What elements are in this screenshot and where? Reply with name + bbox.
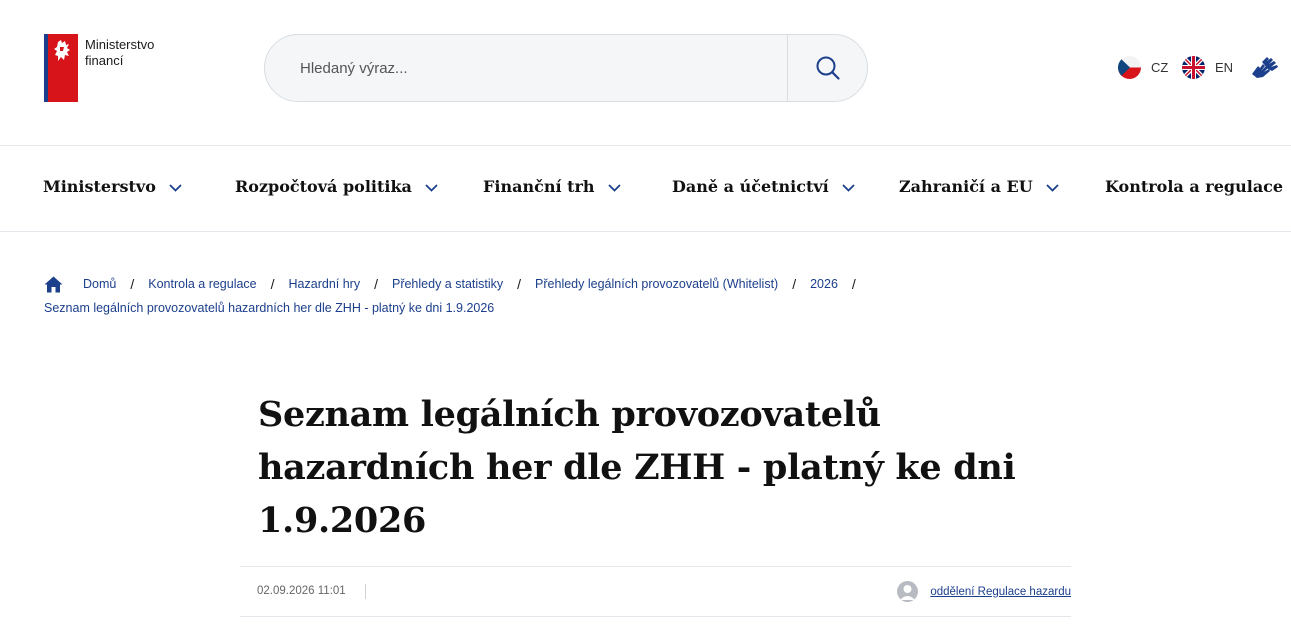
search-input[interactable] (265, 35, 787, 101)
uk-flag-icon (1182, 56, 1205, 79)
chevron-down-icon (842, 183, 855, 192)
language-cz[interactable]: CZ (1118, 56, 1168, 79)
logo-line-2: financí (85, 53, 124, 68)
breadcrumb-item-prehledy-a-statistiky[interactable]: Přehledy a statistiky (392, 272, 503, 296)
sign-language-icon[interactable] (1248, 54, 1280, 87)
nav-item-financni-trh[interactable]: Finanční trh (483, 177, 621, 196)
page-title-line-2: hazardních her dle ZHH - platný ke dni (258, 447, 1016, 488)
logo-line-1: Ministerstvo (85, 37, 155, 52)
nav-item-label: Kontrola a regulace (1105, 177, 1284, 196)
ministry-emblem-icon (44, 34, 78, 102)
breadcrumb-item-domu[interactable]: Domů (83, 272, 116, 296)
breadcrumb-separator: / (851, 276, 856, 292)
language-cz-label: CZ (1151, 60, 1169, 75)
chevron-down-icon (1046, 183, 1059, 192)
logo-text: Ministerstvo financí (85, 37, 175, 69)
search-button[interactable] (787, 35, 867, 101)
breadcrumb-item-whitelist[interactable]: Přehledy legálních provozovatelů (Whitel… (535, 272, 778, 296)
chevron-down-icon (425, 183, 438, 192)
nav-item-label: Rozpočtová politika (235, 177, 412, 196)
nav-item-label: Finanční trh (483, 177, 595, 196)
language-en-label: EN (1215, 60, 1234, 75)
nav-item-label: Ministerstvo (43, 177, 156, 196)
breadcrumb-separator: / (130, 276, 135, 292)
article-author: oddělení Regulace hazardu (897, 581, 1071, 602)
breadcrumb-item-2026[interactable]: 2026 (810, 272, 838, 296)
breadcrumb-separator: / (792, 276, 797, 292)
nav-item-dane-a-ucetnictvi[interactable]: Daně a účetnictví (672, 177, 855, 196)
breadcrumb-separator: / (270, 276, 275, 292)
breadcrumb-item-kontrola-a-regulace[interactable]: Kontrola a regulace (148, 272, 256, 296)
page-title-line-3: 1.9.2026 (258, 500, 427, 541)
nav-item-label: Daně a účetnictví (672, 177, 829, 196)
user-avatar-icon (897, 581, 919, 602)
breadcrumb-separator: / (374, 276, 378, 292)
breadcrumb-current: Seznam legálních provozovatelů hazardníc… (44, 301, 495, 315)
main-navigation: Ministerstvo Rozpočtová politika Finančn… (0, 145, 1291, 232)
article-date: 02.09.2026 11:01 (257, 585, 346, 597)
nav-item-zahranici-a-eu[interactable]: Zahraničí a EU (899, 177, 1059, 196)
breadcrumb-item-hazardni-hry[interactable]: Hazardní hry (289, 272, 361, 296)
meta-divider (365, 584, 366, 599)
author-link[interactable]: oddělení Regulace hazardu (930, 586, 1071, 598)
breadcrumb-separator: / (517, 276, 522, 292)
page-title-line-1: Seznam legálních provozovatelů (258, 394, 881, 435)
nav-item-kontrola-a-regulace[interactable]: Kontrola a regulace (1105, 177, 1291, 196)
article-meta: 02.09.2026 11:01 oddělení Regulace hazar… (240, 566, 1071, 617)
nav-item-label: Zahraničí a EU (899, 177, 1033, 196)
ministry-logo[interactable]: Ministerstvo financí (44, 34, 175, 102)
breadcrumb: Domů / Kontrola a regulace / Hazardní hr… (44, 272, 1264, 320)
nav-item-rozpoctova-politika[interactable]: Rozpočtová politika (235, 177, 438, 196)
chevron-down-icon (607, 183, 621, 192)
search-icon (816, 56, 840, 80)
chevron-down-icon (169, 183, 182, 192)
page-title: Seznam legálních provozovatelů hazardníc… (258, 388, 1038, 547)
nav-item-ministerstvo[interactable]: Ministerstvo (43, 177, 182, 196)
site-header: Ministerstvo financí CZ (0, 0, 1291, 145)
search-box (264, 34, 868, 102)
home-icon[interactable] (44, 276, 63, 293)
language-en[interactable]: EN (1182, 56, 1233, 79)
czech-flag-icon (1118, 56, 1141, 79)
